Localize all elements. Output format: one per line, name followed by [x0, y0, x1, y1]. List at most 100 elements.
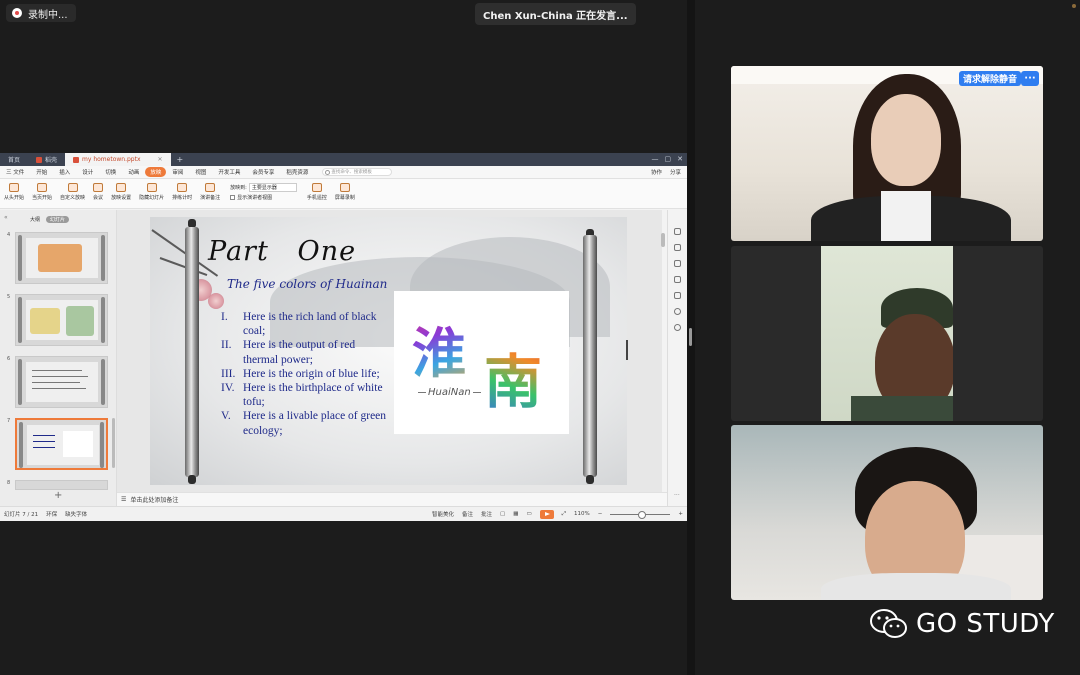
tab-my-hometown[interactable]: my hometown.pptx ✕: [65, 153, 171, 166]
smart-beautify-button[interactable]: 智能美化: [432, 510, 454, 518]
list-item: IV. Here is the birthplace of white tofu;: [221, 382, 383, 409]
status-dot: [1072, 4, 1076, 8]
menu-view[interactable]: 视图: [189, 168, 212, 176]
logo-char-nan: 南: [484, 335, 542, 419]
play-slideshow-button[interactable]: [539, 509, 554, 519]
menu-docer-resources[interactable]: 稻壳资源: [280, 168, 314, 176]
sorter-view-icon[interactable]: ▦: [513, 511, 518, 517]
menu-insert[interactable]: 插入: [53, 168, 76, 176]
phone-remote-button[interactable]: 手机遥控: [303, 183, 331, 201]
menu-home[interactable]: 开始: [30, 168, 53, 176]
reading-view-icon[interactable]: ▭: [526, 511, 531, 517]
record-icon: [12, 8, 22, 18]
monitor-select[interactable]: 主要显示器: [248, 183, 297, 192]
tab-slides[interactable]: 幻灯片: [46, 216, 70, 223]
from-current-button[interactable]: 当页开始: [28, 183, 56, 201]
zoom-slider[interactable]: [610, 510, 671, 519]
add-slide-button[interactable]: +: [54, 490, 62, 501]
active-speaker-banner: Chen Xun-China 正在发言...: [475, 3, 636, 25]
list-item: I. Here is the rich land of black coal;: [221, 311, 377, 338]
notes-toggle[interactable]: 备注: [462, 510, 473, 518]
share-button[interactable]: 分享: [670, 168, 681, 176]
speaker-label: Chen Xun-China 正在发言...: [483, 10, 628, 22]
collaborate-button[interactable]: 协作: [651, 168, 662, 176]
tab-docer[interactable]: 稻壳: [28, 153, 65, 166]
normal-view-icon[interactable]: ▢: [500, 511, 505, 517]
slide-thumbnail-panel: « 大纲 幻灯片 4 5 6 7 8 +: [0, 210, 117, 506]
zoom-out-icon[interactable]: −: [598, 511, 603, 517]
menu-design[interactable]: 设计: [76, 168, 99, 176]
right-scroll-rod: [583, 235, 597, 477]
menu-bar: 三 文件 开始 插入 设计 切换 动画 放映 审阅 视图 开发工具 会员专享 稻…: [0, 166, 687, 179]
participant-video-3[interactable]: [731, 425, 1043, 600]
globe-tool-icon[interactable]: [674, 308, 681, 315]
notes-icon: ☰: [121, 496, 127, 503]
notes-bar[interactable]: ☰ 单击此处添加备注: [117, 492, 667, 506]
menu-slideshow[interactable]: 放映: [145, 167, 167, 177]
screen-record-button[interactable]: 屏幕录制: [331, 183, 359, 201]
comments-toggle[interactable]: 批注: [481, 510, 492, 518]
speaker-notes-button[interactable]: 演讲备注: [196, 183, 224, 201]
current-slide[interactable]: Part One The five colors of Huainan I. He…: [150, 217, 627, 485]
recording-label: 录制中...: [28, 9, 68, 21]
hide-slide-button[interactable]: 隐藏幻灯片: [135, 183, 168, 201]
zoom-in-icon[interactable]: +: [678, 511, 683, 517]
notes-icon: [205, 183, 216, 192]
bullet-list: I. Here is the rich land of black coal; I…: [221, 310, 391, 438]
slide-scrollbar[interactable]: [661, 233, 665, 247]
screen-record-icon: [339, 183, 350, 192]
custom-show-button[interactable]: 自定义放映: [56, 183, 89, 201]
menu-member[interactable]: 会员专享: [246, 168, 280, 176]
collapse-panel-icon[interactable]: «: [4, 214, 8, 221]
meeting-button[interactable]: 会议: [89, 183, 107, 201]
more-tools-icon[interactable]: ···: [674, 492, 680, 499]
request-unmute-button[interactable]: 请求解除静音: [959, 71, 1022, 86]
recording-indicator[interactable]: 录制中...: [6, 4, 76, 22]
pointer-tool-icon[interactable]: [674, 228, 681, 235]
menu-review[interactable]: 审阅: [166, 168, 189, 176]
fit-icon[interactable]: ⤢: [562, 511, 566, 518]
watermark: GO STUDY: [870, 608, 1055, 640]
divider-handle[interactable]: [689, 328, 692, 346]
menu-animation[interactable]: 动画: [122, 168, 145, 176]
menu-developer[interactable]: 开发工具: [212, 168, 246, 176]
close-tab-icon[interactable]: ✕: [158, 156, 163, 163]
adjust-tool-icon[interactable]: [674, 244, 681, 251]
slide-thumbnail-4[interactable]: [15, 232, 108, 284]
slide-thumbnail-5[interactable]: [15, 294, 108, 346]
slide-thumbnail-6[interactable]: [15, 356, 108, 408]
new-tab-button[interactable]: +: [171, 153, 190, 166]
right-tool-column: ···: [667, 210, 687, 506]
zoom-level[interactable]: 110%: [574, 511, 590, 517]
menu-transition[interactable]: 切换: [99, 168, 122, 176]
command-search-input[interactable]: 查找命令、搜索模板: [322, 168, 393, 176]
rehearse-timing-button[interactable]: 排练计时: [168, 183, 196, 201]
menu-file[interactable]: 三 文件: [0, 168, 30, 176]
thumbnail-scrollbar[interactable]: [112, 418, 115, 468]
thumb-number: 6: [7, 356, 11, 362]
tab-home[interactable]: 首页: [0, 153, 28, 166]
slide-thumbnail-8[interactable]: [15, 480, 108, 490]
slide-thumbnail-7[interactable]: [15, 418, 108, 470]
document-tab-bar: 首页 稻壳 my hometown.pptx ✕ + — ▢ ✕: [0, 153, 687, 166]
participant-video-1[interactable]: 请求解除静音 ···: [731, 66, 1043, 241]
close-window-icon[interactable]: ✕: [677, 155, 683, 163]
missing-font-button[interactable]: 缺失字体: [65, 510, 87, 518]
participant-video-2[interactable]: [731, 246, 1043, 421]
thumb-number: 5: [7, 294, 11, 300]
more-options-button[interactable]: ···: [1021, 71, 1039, 86]
image-tool-icon[interactable]: [674, 276, 681, 283]
logo-english: HuaiNan: [416, 387, 483, 398]
help-tool-icon[interactable]: [674, 324, 681, 331]
restore-icon[interactable]: ▢: [665, 155, 672, 163]
show-settings-button[interactable]: 放映设置: [107, 183, 135, 201]
from-start-button[interactable]: 从头开始: [0, 183, 28, 201]
tab-outline[interactable]: 大纲: [30, 216, 40, 223]
table-tool-icon[interactable]: [674, 292, 681, 299]
minimize-icon[interactable]: —: [652, 155, 659, 163]
shape-tool-icon[interactable]: [674, 260, 681, 267]
presenter-view-checkbox[interactable]: 显示演讲者视图: [230, 194, 297, 201]
thumb-number: 7: [7, 418, 11, 424]
status-bar: 幻灯片 7 / 21 环保 缺失字体 智能美化 备注 批注 ▢ ▦ ▭ ⤢ 11…: [0, 506, 687, 521]
thumb-number: 8: [7, 480, 11, 486]
